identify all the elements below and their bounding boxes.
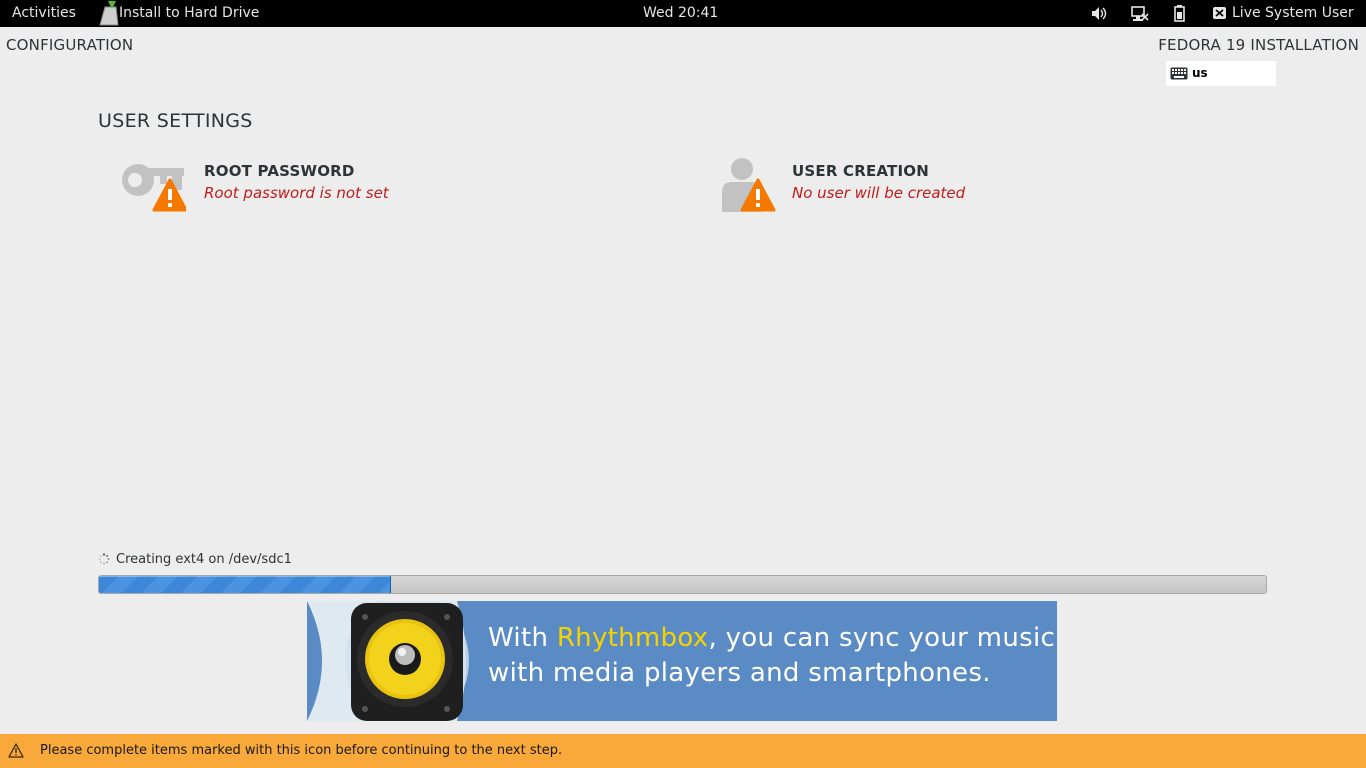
- activities-button[interactable]: Activities: [12, 0, 76, 27]
- banner-line1-before: With: [488, 623, 557, 653]
- keyboard-layout-label: us: [1192, 66, 1208, 80]
- progress-label: Creating ext4 on /dev/sdc1: [116, 552, 292, 567]
- user-icon: [1213, 7, 1226, 19]
- user-creation-spoke[interactable]: USER CREATION No user will be created: [718, 156, 1078, 216]
- progress-bar: [98, 575, 1267, 594]
- app-name: Install to Hard Drive: [119, 5, 260, 21]
- page-title: CONFIGURATION: [6, 36, 134, 54]
- volume-icon[interactable]: [1090, 0, 1108, 27]
- battery-icon[interactable]: [1172, 0, 1188, 27]
- spoke-title: USER CREATION: [792, 162, 929, 180]
- section-title: USER SETTINGS: [98, 110, 253, 132]
- top-panel: Activities Install to Hard Drive Wed 20:…: [0, 0, 1366, 27]
- clock[interactable]: Wed 20:41: [643, 0, 718, 27]
- spoke-title: ROOT PASSWORD: [204, 162, 355, 180]
- warning-bar: Please complete items marked with this i…: [0, 734, 1366, 768]
- banner-text: With Rhythmbox, you can sync your music …: [488, 621, 1055, 691]
- banner-line1-after: , you can sync your music: [708, 623, 1056, 653]
- installer-app-icon: [99, 1, 119, 26]
- root-password-spoke[interactable]: ROOT PASSWORD Root password is not set: [120, 156, 480, 216]
- user-name: Live System User: [1232, 5, 1354, 21]
- spinner-icon: [98, 553, 110, 565]
- banner-line2: with media players and smartphones.: [488, 658, 991, 688]
- warning-text: Please complete items marked with this i…: [40, 743, 563, 758]
- banner-highlight: Rhythmbox: [556, 623, 709, 653]
- warning-icon: [8, 743, 24, 758]
- network-icon[interactable]: [1130, 0, 1150, 27]
- spoke-status: No user will be created: [792, 184, 966, 202]
- speaker-icon: [307, 601, 477, 721]
- product-title: FEDORA 19 INSTALLATION: [1158, 36, 1359, 54]
- key-icon: [122, 164, 186, 212]
- spoke-status: Root password is not set: [204, 184, 389, 202]
- progress-fill: [99, 576, 391, 593]
- person-icon: [722, 158, 776, 212]
- keyboard-icon: [1170, 67, 1188, 80]
- rhythmbox-banner: With Rhythmbox, you can sync your music …: [307, 601, 1057, 721]
- keyboard-layout-indicator[interactable]: us: [1166, 61, 1276, 86]
